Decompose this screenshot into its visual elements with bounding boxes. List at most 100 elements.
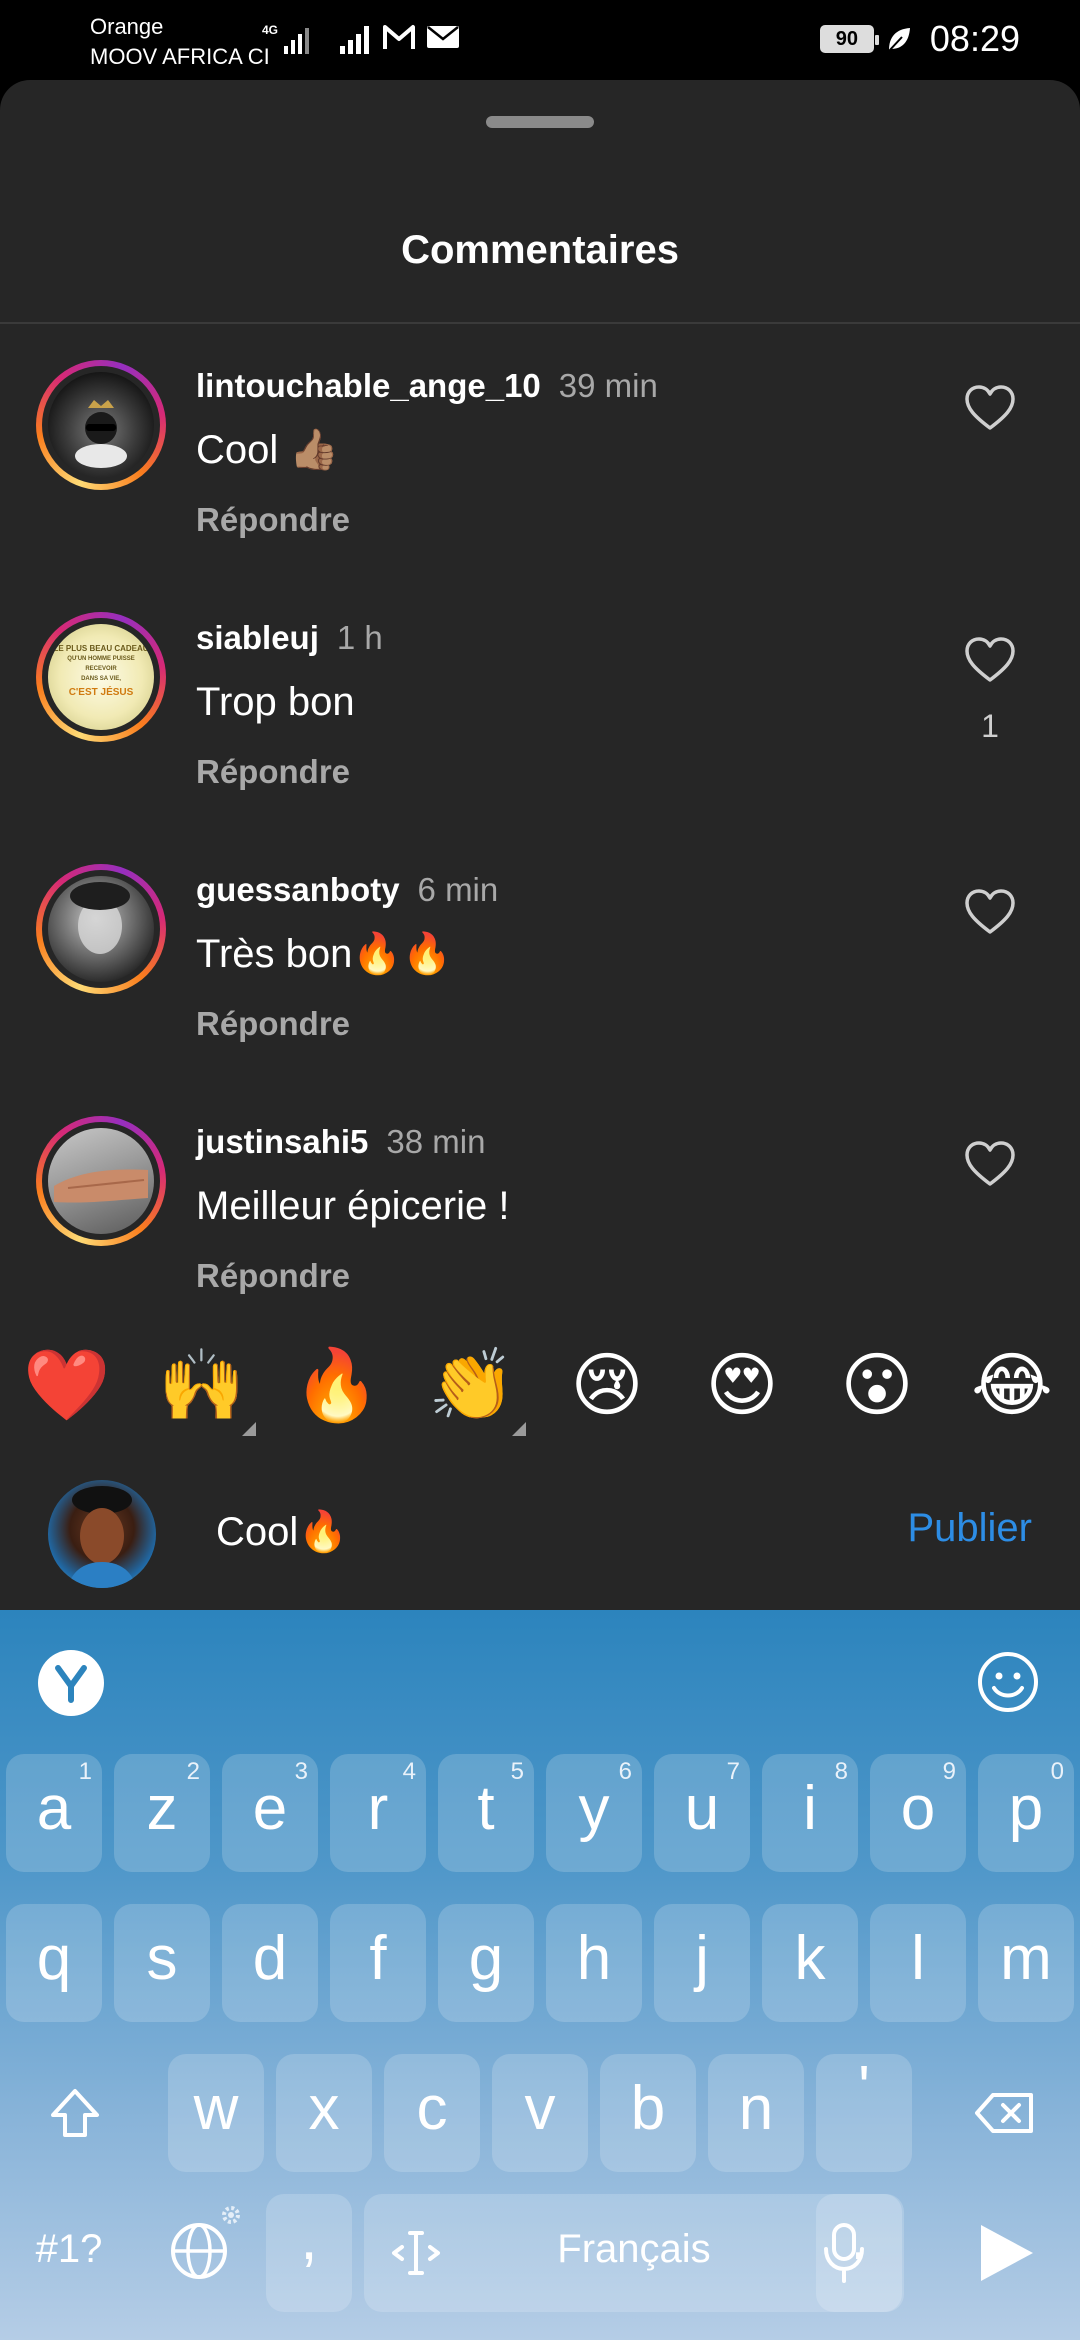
comment-username[interactable]: justinsahi5 [196, 1123, 368, 1160]
key-l[interactable]: l [870, 1904, 966, 2022]
svg-text:4G: 4G [262, 23, 278, 37]
heart-icon[interactable] [964, 1140, 1016, 1188]
key-w[interactable]: w [168, 2054, 264, 2172]
key-k[interactable]: k [762, 1904, 858, 2022]
comment-input[interactable]: Cool🔥 [216, 1504, 348, 1560]
reply-button[interactable]: Répondre [196, 750, 350, 794]
carrier-line2: MOOV AFRICA CI [90, 44, 270, 69]
emoji-heart[interactable]: ❤️ [22, 1340, 112, 1430]
emoji-heart-eyes[interactable]: 😍 [697, 1340, 787, 1430]
emoji-quick-bar: ❤️ 🙌 🔥 👏 😢 😍 😮 😂 [0, 1340, 1080, 1440]
comment-time: 38 min [386, 1123, 486, 1160]
reply-button[interactable]: Répondre [196, 498, 350, 542]
emoji-surprised[interactable]: 😮 [832, 1340, 922, 1430]
comment-username[interactable]: lintouchable_ange_10 [196, 367, 541, 404]
avatar[interactable] [36, 1116, 166, 1246]
avatar-caption: LE PLUS BEAU CADEAU QU'UN HOMME PUISSE R… [53, 644, 149, 698]
carrier-label: Orange MOOV AFRICA CI [90, 12, 270, 72]
drag-handle[interactable] [486, 116, 594, 128]
symbols-key[interactable]: #1? [6, 2194, 132, 2312]
emoji-clap[interactable]: 👏 [427, 1340, 517, 1430]
heart-icon[interactable] [964, 384, 1016, 432]
avatar[interactable]: LE PLUS BEAU CADEAU QU'UN HOMME PUISSE R… [36, 612, 166, 742]
comment-item: justinsahi5 38 min Meilleur épicerie ! Ré… [0, 1116, 1080, 1366]
space-key-label: Français [557, 2227, 711, 2271]
key-y[interactable]: y6 [546, 1754, 642, 1872]
send-key[interactable] [936, 2194, 1074, 2312]
emoji-laughing[interactable]: 😂 [967, 1340, 1057, 1430]
battery-icon: 90 [819, 25, 879, 53]
key-s[interactable]: s [114, 1904, 210, 2022]
signal-icon: 4G [262, 23, 309, 54]
comment-item: lintouchable_ange_10 39 min Cool 👍🏽 Répon… [0, 360, 1080, 610]
key-u[interactable]: u7 [654, 1754, 750, 1872]
comma-key[interactable]: , [266, 2194, 352, 2312]
key-c[interactable]: c [384, 2054, 480, 2172]
key-n[interactable]: n [708, 2054, 804, 2172]
emoji-raised-hands[interactable]: 🙌 [157, 1340, 247, 1430]
key-t[interactable]: t5 [438, 1754, 534, 1872]
comment-text: Cool 👍🏽 [196, 428, 340, 472]
shift-key[interactable] [6, 2054, 144, 2172]
key-f[interactable]: f [330, 1904, 426, 2022]
emoji-fire[interactable]: 🔥 [292, 1340, 382, 1430]
key-v[interactable]: v [492, 2054, 588, 2172]
reply-button[interactable]: Répondre [196, 1254, 350, 1298]
key-a[interactable]: a1 [6, 1754, 102, 1872]
key-j[interactable]: j [654, 1904, 750, 2022]
cursor-move-icon [392, 2231, 440, 2275]
comment-time: 1 h [336, 619, 383, 656]
skin-tone-indicator [242, 1422, 256, 1436]
key-i[interactable]: i8 [762, 1754, 858, 1872]
avatar-portrait-icon [68, 1486, 136, 1588]
comment-username[interactable]: guessanboty [196, 871, 400, 908]
send-arrow-icon [981, 2225, 1033, 2281]
gear-icon [222, 2206, 240, 2224]
avatar[interactable] [36, 360, 166, 490]
language-key[interactable] [144, 2194, 254, 2312]
key-b[interactable]: b [600, 2054, 696, 2172]
status-bar: Orange MOOV AFRICA CI 4G 90 08:29 [0, 0, 1080, 80]
heart-icon[interactable] [964, 636, 1016, 684]
emoji-keyboard-icon[interactable] [976, 1650, 1040, 1714]
like-count: 1 [981, 708, 999, 744]
reply-button[interactable]: Répondre [196, 1002, 350, 1046]
comment-username[interactable]: siableuj [196, 619, 319, 656]
period-key[interactable]: . [816, 2194, 902, 2312]
avatar-hand-icon [54, 1169, 148, 1203]
signal-icon-2 [340, 26, 369, 54]
emoji-crying[interactable]: 😢 [562, 1340, 652, 1430]
comment-time: 6 min [417, 871, 499, 908]
skin-tone-indicator [512, 1422, 526, 1436]
key-apostrophe[interactable]: ' [816, 2054, 912, 2172]
key-m[interactable]: m [978, 1904, 1074, 2022]
key-x[interactable]: x [276, 2054, 372, 2172]
avatar[interactable] [36, 864, 166, 994]
key-g[interactable]: g [438, 1904, 534, 2022]
comment-text: Trop bon [196, 680, 355, 724]
comment-text: Meilleur épicerie ! [196, 1184, 510, 1228]
backspace-key[interactable] [936, 2054, 1074, 2172]
clock: 08:29 [929, 18, 1020, 59]
keyboard-logo-icon[interactable] [38, 1650, 104, 1716]
avatar-portrait-icon [70, 882, 130, 954]
backspace-icon [975, 2093, 1033, 2133]
globe-icon [171, 2223, 227, 2279]
mail-icon [427, 26, 459, 48]
key-h[interactable]: h [546, 1904, 642, 2022]
sheet-title: Commentaires [401, 228, 679, 272]
leaf-icon [888, 28, 910, 52]
key-e[interactable]: e3 [222, 1754, 318, 1872]
shift-icon [51, 2089, 99, 2137]
key-d[interactable]: d [222, 1904, 318, 2022]
my-avatar [48, 1480, 156, 1588]
key-o[interactable]: o9 [870, 1754, 966, 1872]
key-q[interactable]: q [6, 1904, 102, 2022]
carrier-line1: Orange [90, 14, 164, 39]
key-z[interactable]: z2 [114, 1754, 210, 1872]
comment-item: LE PLUS BEAU CADEAU QU'UN HOMME PUISSE R… [0, 612, 1080, 862]
key-r[interactable]: r4 [330, 1754, 426, 1872]
publish-button[interactable]: Publier [907, 1506, 1032, 1551]
heart-icon[interactable] [964, 888, 1016, 936]
key-p[interactable]: p0 [978, 1754, 1074, 1872]
